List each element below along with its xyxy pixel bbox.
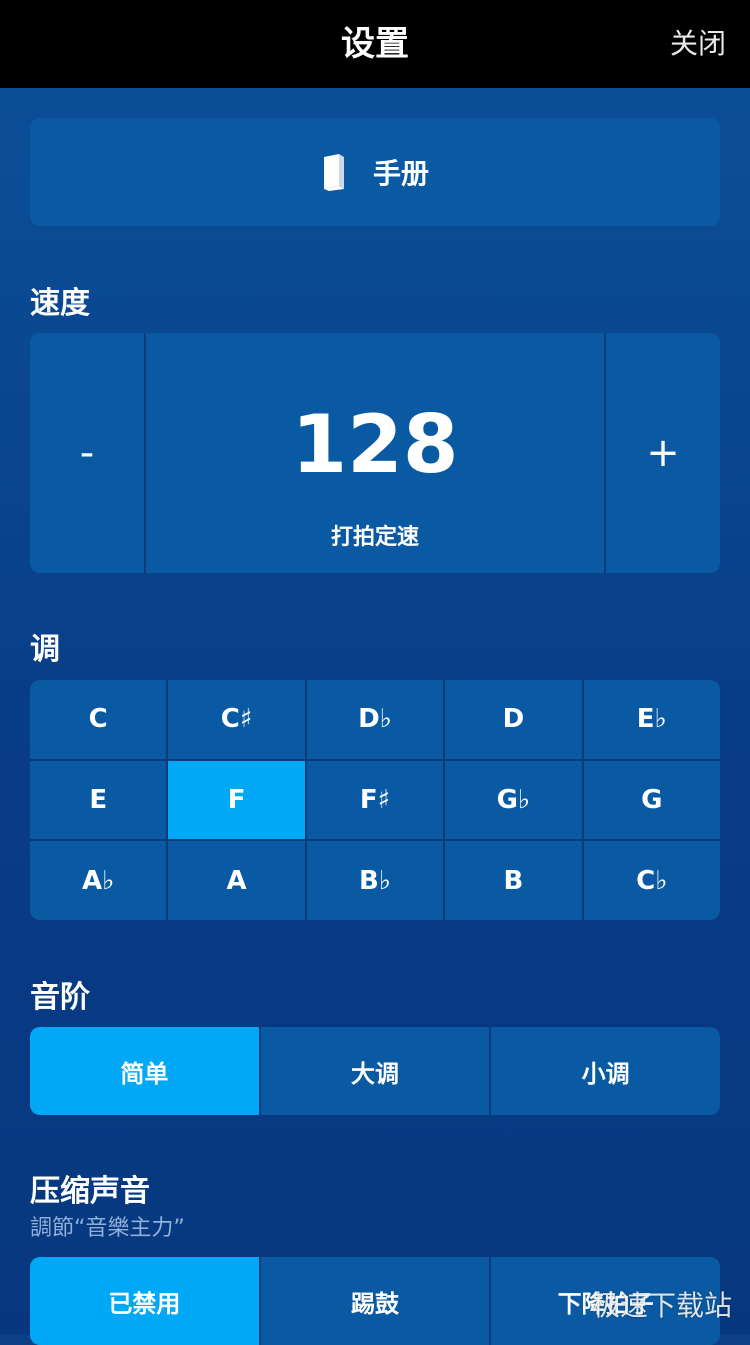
tempo-control: - 128 打拍定速 +	[30, 333, 720, 573]
top-bar: 设置 关闭	[0, 0, 750, 88]
compression-option-kick-drum[interactable]: 踢鼓	[260, 1257, 490, 1345]
compression-section-label: 压缩声音	[30, 1174, 150, 1209]
close-button[interactable]: 关闭	[670, 0, 726, 88]
key-c-flat[interactable]: C♭	[583, 841, 720, 920]
key-a[interactable]: A	[168, 841, 305, 920]
tempo-increase-button[interactable]: +	[606, 333, 720, 573]
key-f[interactable]: F	[168, 760, 305, 840]
key-b[interactable]: B	[445, 841, 582, 920]
scale-selector: 简单 大调 小调	[30, 1027, 720, 1115]
key-f-sharp[interactable]: F♯	[306, 760, 444, 840]
scale-section-label: 音阶	[30, 980, 90, 1015]
key-d-flat[interactable]: D♭	[306, 680, 444, 759]
tap-tempo-label: 打拍定速	[330, 525, 419, 550]
key-e-flat[interactable]: E♭	[583, 680, 720, 759]
scale-option-simple[interactable]: 简单	[30, 1027, 259, 1115]
scale-option-minor[interactable]: 小调	[491, 1027, 720, 1115]
key-d[interactable]: D	[445, 680, 582, 759]
scale-option-major[interactable]: 大调	[260, 1027, 490, 1115]
tempo-section-label: 速度	[30, 286, 90, 321]
compression-sub-label: 調節“音樂主力”	[30, 1216, 185, 1241]
manual-label: 手册	[372, 157, 429, 190]
tempo-decrease-button[interactable]: -	[30, 333, 144, 573]
tap-tempo-button[interactable]: 128 打拍定速	[144, 333, 606, 573]
key-a-flat[interactable]: A♭	[30, 841, 167, 920]
key-section-label: 调	[30, 632, 60, 667]
key-e[interactable]: E	[30, 760, 167, 840]
watermark-text: 极速下载站	[591, 1289, 732, 1322]
tempo-value: 128	[291, 398, 459, 491]
key-g-flat[interactable]: G♭	[445, 760, 582, 840]
key-b-flat[interactable]: B♭	[306, 841, 444, 920]
key-g[interactable]: G	[583, 760, 720, 840]
key-c[interactable]: C	[30, 680, 167, 759]
compression-option-disabled[interactable]: 已禁用	[30, 1257, 259, 1345]
book-icon	[321, 153, 347, 191]
key-c-sharp[interactable]: C♯	[168, 680, 305, 759]
manual-button[interactable]: 手册	[30, 118, 720, 226]
key-grid: C C♯ D♭ D E♭ E F F♯ G♭ G A♭ A B♭ B C♭	[30, 680, 720, 920]
page-title: 设置	[341, 24, 409, 64]
settings-content: 手册 速度 - 128 打拍定速 + 调 C C♯ D♭ D E♭ E F F♯…	[0, 88, 750, 1345]
